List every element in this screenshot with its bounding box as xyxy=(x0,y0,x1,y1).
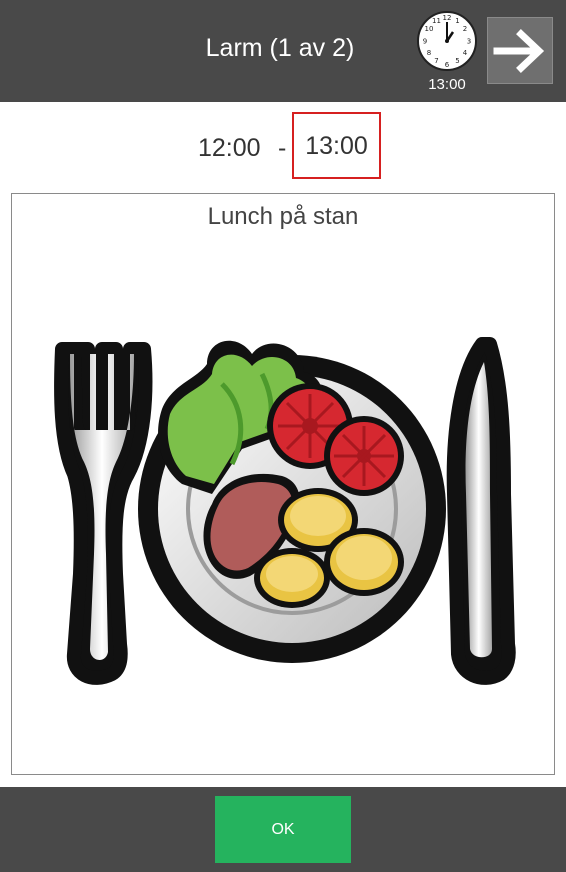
knife-icon xyxy=(446,337,516,685)
svg-text:8: 8 xyxy=(427,49,431,57)
activity-card: Lunch på stan xyxy=(11,193,555,775)
clock-widget: 12 1 2 3 4 5 6 7 8 9 10 11 13:00 xyxy=(414,8,480,94)
svg-text:7: 7 xyxy=(434,57,438,65)
start-time: 12:00 xyxy=(198,134,261,162)
time-separator: - xyxy=(278,134,287,162)
svg-text:3: 3 xyxy=(467,38,471,46)
lunch-plate-pictogram xyxy=(54,337,516,685)
header-bar: Larm (1 av 2) 12 1 2 3 4 5 6 7 8 9 10 11… xyxy=(0,0,566,102)
svg-text:5: 5 xyxy=(455,57,459,65)
analog-clock-icon: 12 1 2 3 4 5 6 7 8 9 10 11 xyxy=(417,11,477,71)
svg-text:10: 10 xyxy=(425,25,434,33)
clock-time-label: 13:00 xyxy=(428,76,466,93)
svg-text:9: 9 xyxy=(423,38,427,46)
ok-button[interactable]: OK xyxy=(215,796,351,863)
next-alarm-button[interactable] xyxy=(487,17,553,84)
svg-text:1: 1 xyxy=(455,17,459,25)
footer-bar: OK xyxy=(0,787,566,872)
svg-text:12: 12 xyxy=(443,14,452,22)
svg-text:11: 11 xyxy=(432,17,441,25)
arrow-right-icon xyxy=(493,29,545,73)
svg-text:4: 4 xyxy=(463,49,468,57)
fork-icon xyxy=(54,342,153,685)
svg-text:2: 2 xyxy=(463,25,467,33)
svg-text:6: 6 xyxy=(445,61,450,69)
alarm-time-range: 12:00 - 13:00 xyxy=(0,112,566,182)
end-time-highlighted[interactable]: 13:00 xyxy=(292,112,381,179)
